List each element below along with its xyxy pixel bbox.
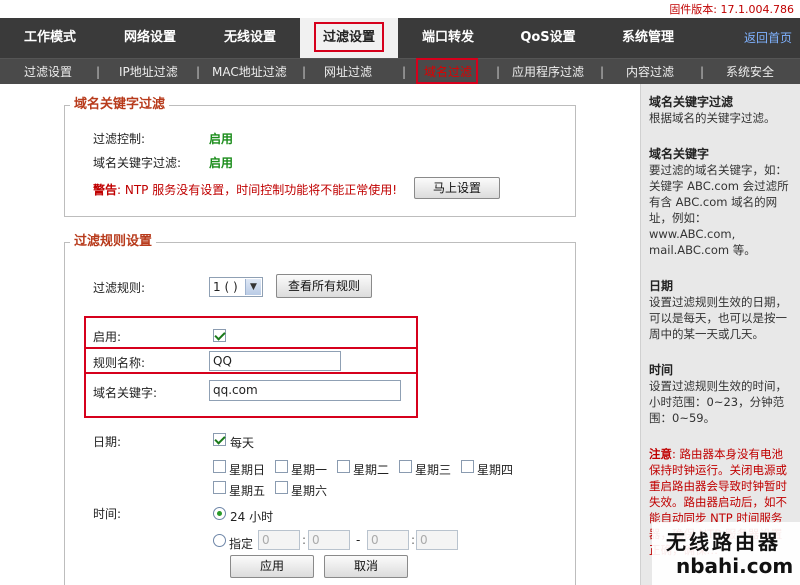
- keyword-filter-title: 域名关键字过滤: [70, 96, 170, 114]
- highlight-enable-row: [84, 316, 418, 349]
- time-24h-label: 24 小时: [230, 510, 274, 524]
- everyday-checkbox[interactable]: [213, 433, 226, 446]
- day-label-thu: 星期四: [477, 463, 514, 477]
- sub-nav-ip-filter[interactable]: IP地址过滤: [119, 59, 178, 85]
- filter-rule-selected: 1 ( ): [213, 280, 238, 294]
- top-nav-system[interactable]: 系统管理: [598, 18, 698, 58]
- help-sidebar: 域名关键字过滤 根据域名的关键字过滤。 域名关键字 要过滤的域名关键字，如：关键…: [640, 84, 800, 585]
- chevron-down-icon: ▼: [245, 279, 261, 295]
- watermark: 无线路由器 nbahi.com: [652, 522, 800, 585]
- keyword-filter-label: 域名关键字过滤:: [93, 156, 182, 170]
- sub-nav-separator: |: [402, 65, 407, 79]
- sub-nav-separator: |: [700, 65, 705, 79]
- day-checkbox-sun[interactable]: [213, 460, 226, 473]
- day-checkbox-mon[interactable]: [275, 460, 288, 473]
- everyday-label: 每天: [230, 436, 255, 450]
- sub-nav-separator: |: [96, 65, 101, 79]
- help-title-keyword-filter: 域名关键字过滤: [649, 95, 734, 109]
- time-label: 时间:: [93, 507, 122, 521]
- time-dash: -: [356, 533, 361, 547]
- filter-rule-select[interactable]: 1 ( ) ▼: [209, 277, 263, 297]
- day-label-sun: 星期日: [229, 463, 266, 477]
- rule-settings-title: 过滤规则设置: [70, 233, 157, 251]
- help-title-time: 时间: [649, 363, 674, 377]
- rule-name-input[interactable]: QQ: [209, 351, 341, 371]
- ntp-warning-text: : NTP 服务没有设置，时间控制功能将不能正常使用!: [117, 183, 398, 197]
- top-nav-network[interactable]: 网络设置: [100, 18, 200, 58]
- ntp-warning: 警告: NTP 服务没有设置，时间控制功能将不能正常使用!: [93, 181, 397, 198]
- highlight-filter-tab: [314, 22, 384, 52]
- ntp-warning-prefix: 警告: [93, 183, 118, 197]
- domain-keyword-label: 域名关键字:: [93, 386, 158, 400]
- help-note-prefix: 注意: [649, 447, 672, 461]
- keyword-filter-value: 启用: [209, 156, 234, 170]
- day-label-wed: 星期三: [415, 463, 452, 477]
- firmware-version: 固件版本: 17.1.004.786: [669, 3, 794, 16]
- filter-rule-label: 过滤规则:: [93, 281, 146, 295]
- sub-nav-filter-settings[interactable]: 过滤设置: [24, 59, 72, 85]
- help-text-keyword-filter: 根据域名的关键字过滤。: [649, 111, 776, 125]
- sub-nav-app-filter[interactable]: 应用程序过滤: [512, 59, 584, 85]
- day-label-sat: 星期六: [291, 484, 328, 498]
- time-colon: :: [411, 533, 416, 547]
- sub-nav-system-security[interactable]: 系统安全: [726, 59, 774, 85]
- day-label-fri: 星期五: [229, 484, 266, 498]
- sub-nav-separator: |: [302, 65, 307, 79]
- watermark-line1: 无线路由器: [666, 530, 781, 554]
- highlight-domain-filter-tab: [416, 58, 478, 84]
- top-nav-wireless[interactable]: 无线设置: [200, 18, 300, 58]
- time-custom-label: 指定: [229, 537, 254, 551]
- time-colon: :: [302, 533, 307, 547]
- sub-nav-separator: |: [496, 65, 501, 79]
- view-all-rules-button[interactable]: 查看所有规则: [276, 274, 372, 298]
- date-label: 日期:: [93, 435, 122, 449]
- sub-nav-url-filter[interactable]: 网址过滤: [324, 59, 372, 85]
- enable-label: 启用:: [93, 330, 122, 344]
- time-end-hour-input[interactable]: 0: [367, 530, 409, 550]
- apply-button[interactable]: 应用: [230, 555, 314, 578]
- time-start-minute-input[interactable]: 0: [308, 530, 350, 550]
- time-start-hour-input[interactable]: 0: [258, 530, 300, 550]
- day-checkbox-tue[interactable]: [337, 460, 350, 473]
- day-checkbox-sat[interactable]: [275, 481, 288, 494]
- time-24h-radio[interactable]: [213, 507, 226, 520]
- top-nav: 工作模式 网络设置 无线设置 过滤设置 端口转发 QoS设置 系统管理 返回首页: [0, 18, 800, 58]
- filter-control-label: 过滤控制:: [93, 132, 146, 146]
- rule-name-label: 规则名称:: [93, 356, 146, 370]
- time-custom-radio[interactable]: [213, 534, 226, 547]
- home-link[interactable]: 返回首页: [744, 18, 792, 58]
- help-text-domain-keyword: 要过滤的域名关键字，如：关键字 ABC.com 会过滤所有含 ABC.com 域…: [649, 163, 789, 257]
- sub-nav-mac-filter[interactable]: MAC地址过滤: [212, 59, 287, 85]
- help-text-time: 设置过滤规则生效的时间，小时范围：0~23，分钟范围：0~59。: [649, 379, 787, 425]
- sub-nav-content-filter[interactable]: 内容过滤: [626, 59, 674, 85]
- help-text-date: 设置过滤规则生效的日期，可以是每天，也可以是按一周中的某一天或几天。: [649, 295, 787, 341]
- sub-nav-separator: |: [600, 65, 605, 79]
- help-title-domain-keyword: 域名关键字: [649, 147, 710, 161]
- watermark-line2: nbahi.com: [676, 554, 794, 578]
- sub-nav-separator: |: [196, 65, 201, 79]
- main-content: 域名关键字过滤 过滤控制: 启用 域名关键字过滤: 启用 警告: NTP 服务没…: [0, 84, 640, 585]
- domain-keyword-input[interactable]: qq.com: [209, 380, 401, 401]
- cancel-button[interactable]: 取消: [324, 555, 408, 578]
- day-checkbox-fri[interactable]: [213, 481, 226, 494]
- top-nav-work-mode[interactable]: 工作模式: [0, 18, 100, 58]
- setup-now-button[interactable]: 马上设置: [414, 177, 500, 199]
- time-end-minute-input[interactable]: 0: [416, 530, 458, 550]
- day-checkbox-thu[interactable]: [461, 460, 474, 473]
- top-nav-qos[interactable]: QoS设置: [498, 18, 598, 58]
- day-label-tue: 星期二: [353, 463, 390, 477]
- sub-nav: 过滤设置 | IP地址过滤 | MAC地址过滤 | 网址过滤 | 域名过滤 | …: [0, 58, 800, 84]
- filter-control-value: 启用: [209, 132, 234, 146]
- enable-checkbox[interactable]: [213, 329, 226, 342]
- day-label-mon: 星期一: [291, 463, 328, 477]
- day-checkbox-wed[interactable]: [399, 460, 412, 473]
- help-title-date: 日期: [649, 279, 674, 293]
- top-nav-port-forward[interactable]: 端口转发: [398, 18, 498, 58]
